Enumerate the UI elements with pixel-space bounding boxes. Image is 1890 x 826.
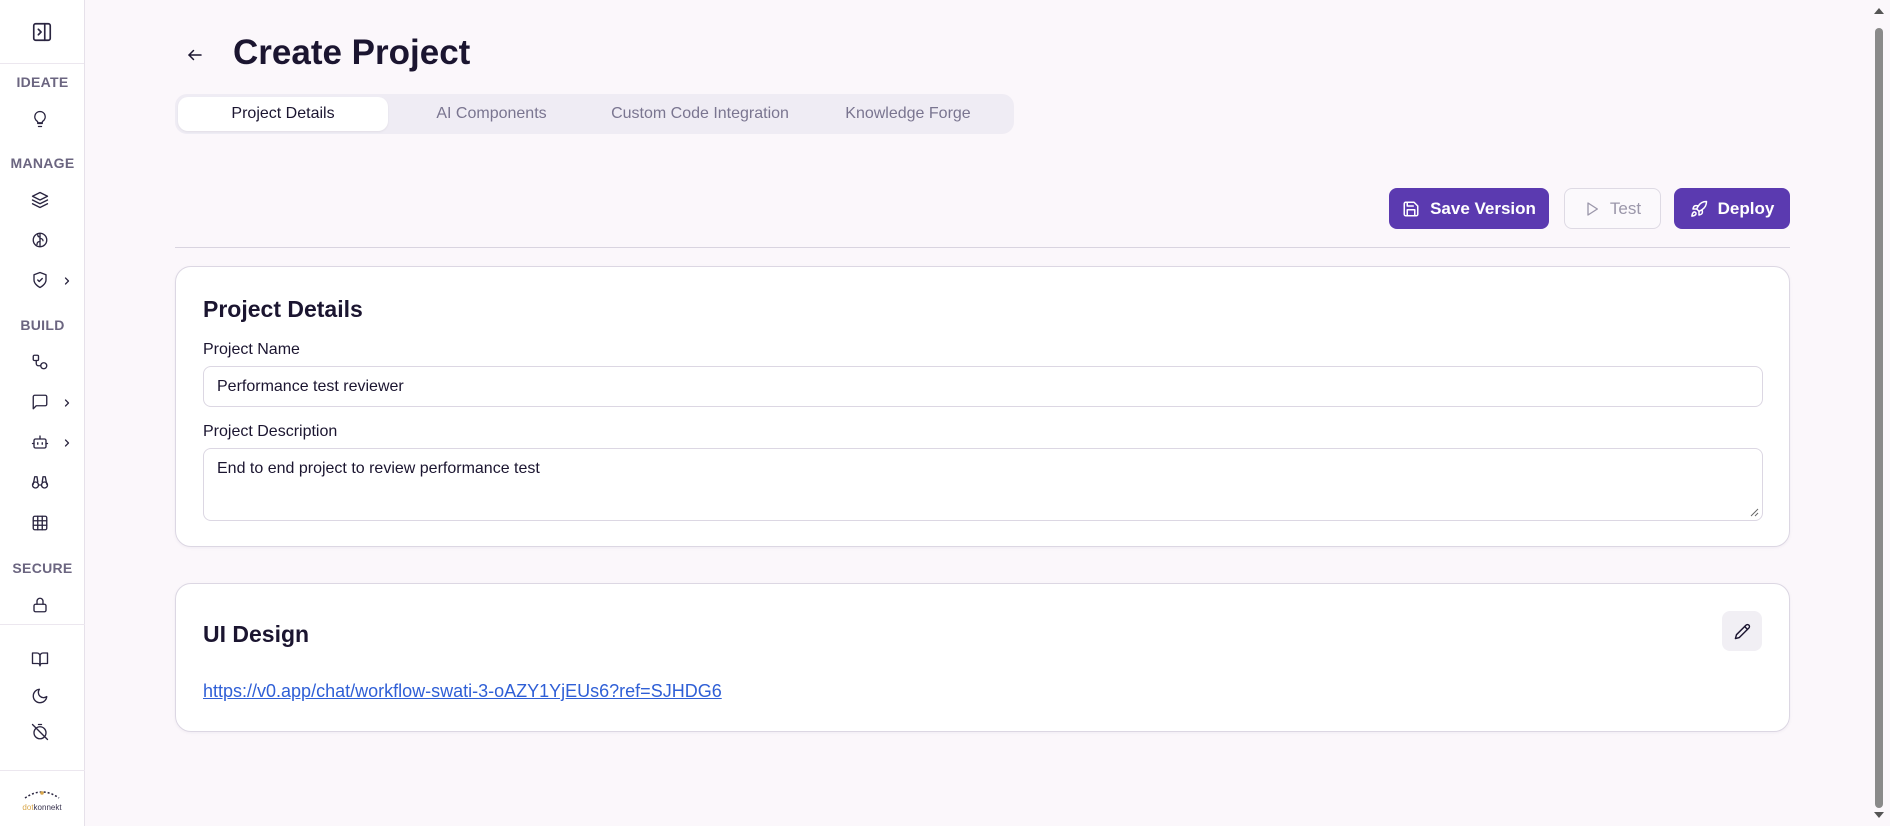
chevron-right-icon[interactable] bbox=[60, 274, 74, 288]
save-version-button[interactable]: Save Version bbox=[1389, 188, 1549, 229]
ui-design-link[interactable]: https://v0.app/chat/workflow-swati-3-oAZ… bbox=[203, 681, 722, 702]
scroll-up-arrow-icon[interactable] bbox=[1874, 8, 1884, 14]
sidebar-section-secure: SECURE bbox=[12, 560, 73, 576]
scrollbar[interactable] bbox=[1868, 0, 1890, 826]
grid-icon[interactable] bbox=[28, 511, 52, 535]
timer-off-icon[interactable] bbox=[28, 720, 52, 744]
project-description-textarea[interactable]: End to end project to review performance… bbox=[203, 448, 1763, 521]
rocket-icon bbox=[1690, 200, 1708, 218]
lightbulb-icon[interactable] bbox=[28, 107, 52, 131]
ui-design-card: UI Design https://v0.app/chat/workflow-s… bbox=[175, 583, 1790, 732]
logo-mark-icon bbox=[24, 791, 60, 799]
scroll-down-arrow-icon[interactable] bbox=[1874, 812, 1884, 818]
scroll-thumb[interactable] bbox=[1875, 28, 1883, 808]
logo-wordmark: dotkonnekt bbox=[22, 803, 62, 812]
company-logo: dotkonnekt bbox=[10, 784, 74, 816]
tab-ai-components[interactable]: AI Components bbox=[388, 97, 595, 131]
project-description-text: End to end project to review performance… bbox=[217, 460, 540, 477]
project-description-label: Project Description bbox=[203, 423, 338, 440]
sidebar-divider bbox=[0, 624, 85, 625]
test-button[interactable]: Test bbox=[1564, 188, 1661, 229]
sidebar-section-build: BUILD bbox=[20, 317, 65, 333]
sidebar-section-ideate: IDEATE bbox=[16, 74, 69, 90]
chat-icon[interactable] bbox=[28, 390, 52, 414]
layers-icon[interactable] bbox=[28, 188, 52, 212]
chevron-right-icon[interactable] bbox=[60, 396, 74, 410]
sidebar-expand-icon[interactable] bbox=[31, 21, 53, 43]
sidebar-divider bbox=[0, 770, 85, 771]
card-title: UI Design bbox=[203, 621, 310, 647]
test-label: Test bbox=[1609, 198, 1642, 218]
resize-handle-icon[interactable] bbox=[1749, 507, 1759, 517]
tab-project-details[interactable]: Project Details bbox=[178, 97, 388, 131]
tab-custom-code-integration[interactable]: Custom Code Integration bbox=[595, 97, 805, 131]
lock-icon[interactable] bbox=[28, 593, 52, 617]
project-details-card: Project Details Project Name Performance… bbox=[175, 266, 1790, 547]
save-icon bbox=[1402, 200, 1420, 218]
moon-icon[interactable] bbox=[28, 684, 52, 708]
page-title: Create Project bbox=[233, 33, 471, 72]
header-divider bbox=[175, 247, 1790, 248]
deploy-button[interactable]: Deploy bbox=[1674, 188, 1790, 229]
save-version-label: Save Version bbox=[1430, 198, 1536, 218]
sidebar: IDEATE MANAGE BUILD SECURE dotkonnekt bbox=[0, 0, 85, 826]
sidebar-header bbox=[0, 0, 84, 64]
book-icon[interactable] bbox=[28, 647, 52, 671]
play-icon bbox=[1584, 201, 1600, 217]
project-name-input[interactable]: Performance test reviewer bbox=[203, 366, 1763, 407]
tab-bar: Project Details AI Components Custom Cod… bbox=[175, 94, 1014, 134]
brain-icon[interactable] bbox=[28, 228, 52, 252]
sidebar-section-manage: MANAGE bbox=[10, 155, 75, 171]
binoculars-icon[interactable] bbox=[28, 470, 52, 494]
edit-button[interactable] bbox=[1722, 611, 1762, 651]
project-name-label: Project Name bbox=[203, 341, 300, 358]
workflow-icon[interactable] bbox=[28, 350, 52, 374]
tab-knowledge-forge[interactable]: Knowledge Forge bbox=[805, 97, 1011, 131]
card-title: Project Details bbox=[203, 296, 363, 322]
back-arrow-icon[interactable] bbox=[183, 43, 207, 67]
bot-icon[interactable] bbox=[28, 430, 52, 454]
deploy-label: Deploy bbox=[1717, 198, 1775, 218]
chevron-right-icon[interactable] bbox=[60, 436, 74, 450]
shield-check-icon[interactable] bbox=[28, 268, 52, 292]
pencil-icon bbox=[1734, 623, 1751, 640]
